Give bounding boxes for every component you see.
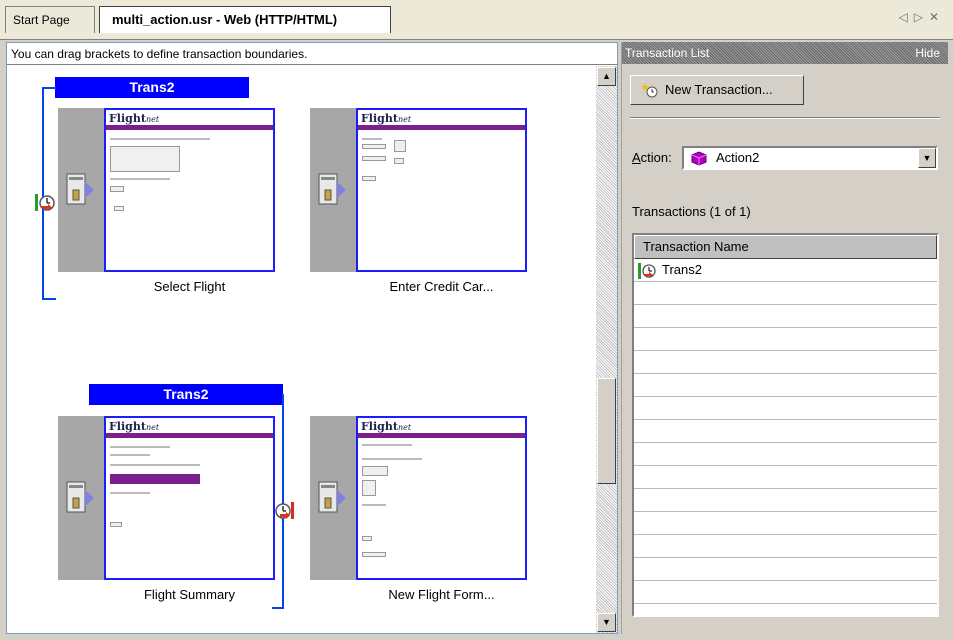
step-caption: Flight Summary — [143, 587, 236, 602]
step-caption: New Flight Form... — [388, 587, 495, 602]
step-thumbnail-new-flight-form[interactable]: Flightnet New Flight Form... — [310, 416, 527, 616]
transaction-row[interactable]: Trans2 — [634, 259, 937, 281]
transaction-name: Trans2 — [662, 262, 702, 277]
thumbnail-canvas: Trans2 Flightnet Select Flight Flightnet… — [7, 66, 597, 633]
end-transaction-icon[interactable] — [273, 500, 295, 522]
scroll-up-button[interactable]: ▲ — [597, 67, 616, 86]
web-page-snapshot: Flightnet — [356, 416, 527, 580]
pane-title: Transaction List — [625, 46, 710, 60]
scroll-left-icon[interactable]: ◁ — [898, 10, 913, 24]
step-caption: Select Flight — [153, 279, 226, 294]
action-select-value: Action2 — [716, 150, 760, 165]
action-select[interactable]: Action2 ▼ — [682, 146, 938, 170]
pane-title-bar: Transaction List Hide — [622, 42, 948, 64]
transaction-icon — [638, 263, 656, 279]
transaction-header-trans2-top[interactable]: Trans2 — [55, 77, 249, 98]
action-label: Action: — [632, 150, 672, 165]
scroll-right-icon[interactable]: ▷ — [914, 10, 929, 24]
step-caption: Enter Credit Car... — [389, 279, 494, 294]
start-transaction-icon[interactable] — [34, 192, 56, 214]
step-thumbnail-flight-summary[interactable]: Flightnet Flight Summary — [58, 416, 275, 616]
scroll-thumb[interactable] — [597, 378, 616, 484]
web-page-snapshot: Flightnet — [104, 108, 275, 272]
tab-multi-action-script[interactable]: multi_action.usr - Web (HTTP/HTML) — [99, 6, 391, 33]
server-request-icon — [318, 481, 346, 513]
new-transaction-icon — [641, 83, 658, 98]
tab-controls: ◁▷✕ — [898, 10, 945, 24]
scroll-down-button[interactable]: ▼ — [597, 613, 616, 632]
page-header-bar — [106, 433, 273, 438]
grid-rows: Trans2 — [634, 259, 937, 615]
transaction-bracket-top-cap[interactable] — [42, 87, 56, 89]
action-cube-icon — [691, 151, 707, 166]
web-page-snapshot: Flightnet — [104, 416, 275, 580]
server-request-icon — [318, 173, 346, 205]
flightnet-logo: Flightnet — [361, 420, 412, 433]
document-tab-strip: Start Page multi_action.usr - Web (HTTP/… — [0, 0, 953, 40]
page-header-bar — [358, 125, 525, 130]
server-request-icon — [66, 173, 94, 205]
transaction-header-trans2-bottom[interactable]: Trans2 — [89, 384, 283, 405]
thumbnail-view-pane: You can drag brackets to define transact… — [6, 42, 618, 634]
transaction-list-grid: Transaction Name Trans2 — [632, 233, 939, 617]
flightnet-logo: Flightnet — [109, 112, 160, 125]
step-thumbnail-enter-credit-card[interactable]: Flightnet Enter Credit Car... — [310, 108, 527, 308]
column-header-transaction-name[interactable]: Transaction Name — [634, 235, 937, 259]
page-header-bar — [106, 125, 273, 130]
separator — [630, 117, 940, 119]
tab-start-page[interactable]: Start Page — [5, 6, 95, 33]
vugen-window: Start Page multi_action.usr - Web (HTTP/… — [0, 0, 953, 640]
page-header-bar — [358, 433, 525, 438]
flightnet-logo: Flightnet — [361, 112, 412, 125]
dropdown-arrow-icon[interactable]: ▼ — [918, 148, 936, 168]
new-transaction-label: New Transaction... — [665, 82, 773, 97]
new-transaction-button[interactable]: New Transaction... — [630, 75, 804, 105]
close-icon[interactable]: ✕ — [929, 10, 945, 24]
vertical-scrollbar[interactable]: ▲ ▼ — [596, 66, 617, 633]
transaction-list-pane: Transaction List Hide New Transaction...… — [621, 42, 948, 634]
step-thumbnail-select-flight[interactable]: Flightnet Select Flight — [58, 108, 275, 308]
web-page-snapshot: Flightnet — [356, 108, 527, 272]
transactions-count-label: Transactions (1 of 1) — [632, 204, 751, 219]
server-request-icon — [66, 481, 94, 513]
transaction-bracket-bottom-cap[interactable] — [42, 298, 56, 300]
flightnet-logo: Flightnet — [109, 420, 160, 433]
drag-hint-text: You can drag brackets to define transact… — [7, 43, 617, 65]
hide-pane-link[interactable]: Hide — [915, 42, 940, 64]
